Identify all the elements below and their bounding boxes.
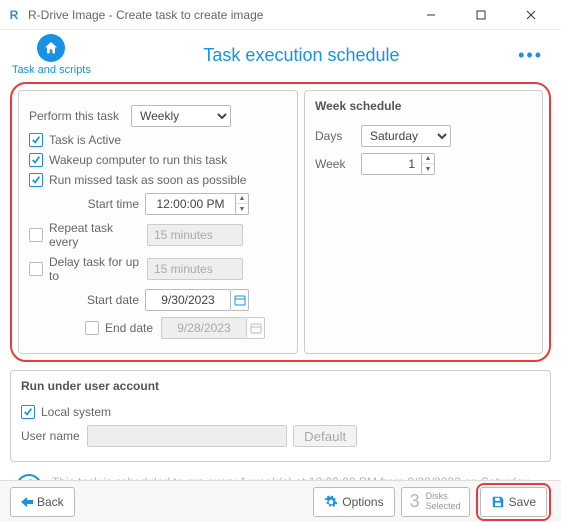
- delay-checkbox[interactable]: [29, 262, 43, 276]
- start-time-spinner[interactable]: ▲▼: [235, 193, 249, 215]
- save-button[interactable]: Save: [480, 487, 547, 517]
- week-input[interactable]: [361, 153, 421, 175]
- run-missed-label: Run missed task as soon as possible: [49, 173, 246, 187]
- start-date-input[interactable]: [145, 289, 231, 311]
- account-title: Run under user account: [21, 379, 540, 399]
- end-date-checkbox[interactable]: [85, 321, 99, 335]
- run-missed-checkbox[interactable]: [29, 173, 43, 187]
- wakeup-label: Wakeup computer to run this task: [49, 153, 227, 167]
- footer: Back Options 3 DisksSelected Save: [0, 480, 561, 522]
- week-schedule-title: Week schedule: [315, 99, 532, 119]
- perform-task-label: Perform this task: [29, 109, 125, 123]
- app-icon: R: [6, 7, 22, 23]
- start-date-label: Start date: [29, 293, 139, 307]
- start-time-label: Start time: [29, 197, 139, 211]
- task-active-label: Task is Active: [49, 133, 121, 147]
- local-system-label: Local system: [41, 405, 111, 419]
- delay-label: Delay task for up to: [49, 255, 141, 283]
- back-button[interactable]: Back: [10, 487, 75, 517]
- maximize-button[interactable]: [465, 3, 497, 27]
- close-button[interactable]: [515, 3, 547, 27]
- minimize-button[interactable]: [415, 3, 447, 27]
- schedule-panel: Perform this task Weekly Task is Active …: [18, 90, 298, 354]
- task-active-checkbox[interactable]: [29, 133, 43, 147]
- home-label: Task and scripts: [12, 64, 91, 76]
- days-select[interactable]: Saturday: [361, 125, 451, 147]
- local-system-checkbox[interactable]: [21, 405, 35, 419]
- repeat-checkbox[interactable]: [29, 228, 43, 242]
- gear-icon: [324, 495, 338, 509]
- end-date-label: End date: [105, 321, 155, 335]
- save-icon: [491, 495, 505, 509]
- titlebar: R R-Drive Image - Create task to create …: [0, 0, 561, 30]
- default-button: Default: [293, 425, 357, 447]
- header: Task and scripts Task execution schedule…: [0, 30, 561, 82]
- repeat-value: 15 minutes: [147, 224, 243, 246]
- options-button[interactable]: Options: [313, 487, 394, 517]
- delay-value: 15 minutes: [147, 258, 243, 280]
- more-button[interactable]: •••: [512, 45, 549, 66]
- wakeup-checkbox[interactable]: [29, 153, 43, 167]
- back-arrow-icon: [21, 497, 33, 507]
- schedule-highlight: Perform this task Weekly Task is Active …: [10, 82, 551, 362]
- window-title: R-Drive Image - Create task to create im…: [28, 8, 263, 22]
- home-nav[interactable]: Task and scripts: [12, 34, 91, 76]
- start-time-input[interactable]: [145, 193, 235, 215]
- username-label: User name: [21, 429, 81, 443]
- week-schedule-panel: Week schedule Days Saturday Week ▲▼: [304, 90, 543, 354]
- page-title: Task execution schedule: [91, 45, 512, 66]
- calendar-icon-disabled: [247, 317, 265, 339]
- end-date-input: [161, 317, 247, 339]
- account-panel: Run under user account Local system User…: [10, 370, 551, 462]
- save-highlight: Save: [476, 483, 551, 521]
- calendar-icon[interactable]: [231, 289, 249, 311]
- disks-selected-button[interactable]: 3 DisksSelected: [401, 487, 470, 517]
- username-input: [87, 425, 287, 447]
- disks-count: 3: [410, 491, 420, 512]
- repeat-label: Repeat task every: [49, 221, 141, 249]
- days-label: Days: [315, 129, 355, 143]
- week-spinner[interactable]: ▲▼: [421, 153, 435, 175]
- week-label: Week: [315, 157, 355, 171]
- home-icon: [37, 34, 65, 62]
- frequency-select[interactable]: Weekly: [131, 105, 231, 127]
